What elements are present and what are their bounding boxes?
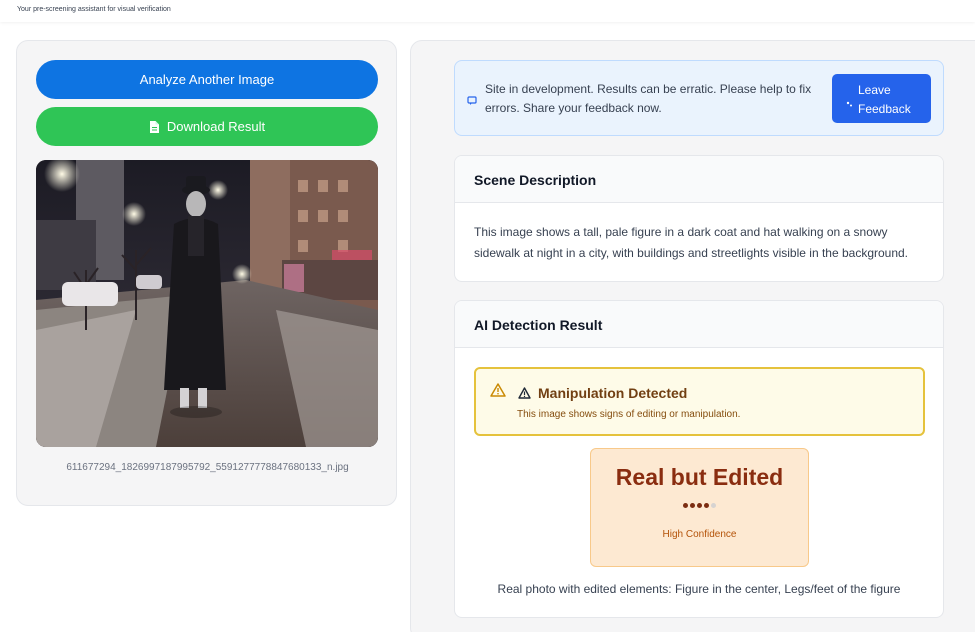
- leave-feedback-label: Leave Feedback: [858, 83, 911, 116]
- ai-detection-card: AI Detection Result Manipulation Detecte…: [454, 300, 944, 618]
- confidence-dot: [711, 503, 716, 508]
- document-icon: [149, 120, 159, 133]
- download-result-button[interactable]: Download Result: [36, 107, 378, 146]
- scene-description-card: Scene Description This image shows a tal…: [454, 155, 944, 282]
- analyzed-photo: [36, 160, 378, 447]
- detection-summary: Real photo with edited elements: Figure …: [497, 582, 901, 596]
- scene-description-text: This image shows a tall, pale figure in …: [474, 225, 909, 260]
- image-filename: 611677294_1826997187995792_5591277778847…: [66, 462, 349, 473]
- confidence-dot: [697, 503, 702, 508]
- image-panel: Analyze Another Image Download Result 61…: [16, 40, 397, 506]
- warning-icon: [490, 383, 506, 402]
- confidence-dot: [690, 503, 695, 508]
- download-result-label: Download Result: [166, 119, 266, 134]
- verdict-title: Real but Edited: [615, 464, 784, 490]
- top-bar: Your pre-screening assistant for visual …: [0, 0, 975, 22]
- alert-title: Manipulation Detected: [538, 385, 688, 401]
- confidence-dot: [683, 503, 688, 508]
- chat-bubble-icon: [467, 93, 477, 111]
- analyze-another-image-button[interactable]: Analyze Another Image: [36, 60, 378, 99]
- tagline: Your pre-screening assistant for visual …: [17, 6, 171, 13]
- development-notice: Site in development. Results can be erra…: [454, 60, 944, 136]
- verdict-box: Real but Edited High Confidence: [590, 448, 809, 567]
- notice-text: Site in development. Results can be erra…: [485, 82, 812, 115]
- confidence-dots: [591, 503, 808, 508]
- chat-icon: [845, 95, 853, 114]
- warning-triangle-icon: [518, 386, 531, 404]
- alert-text: This image shows signs of editing or man…: [517, 409, 741, 420]
- confidence-label: High Confidence: [662, 529, 737, 540]
- ai-detection-title: AI Detection Result: [455, 301, 943, 348]
- manipulation-alert: Manipulation Detected This image shows s…: [474, 367, 925, 436]
- leave-feedback-button[interactable]: Leave Feedback: [832, 74, 931, 123]
- confidence-dot: [704, 503, 709, 508]
- scene-description-title: Scene Description: [455, 156, 943, 203]
